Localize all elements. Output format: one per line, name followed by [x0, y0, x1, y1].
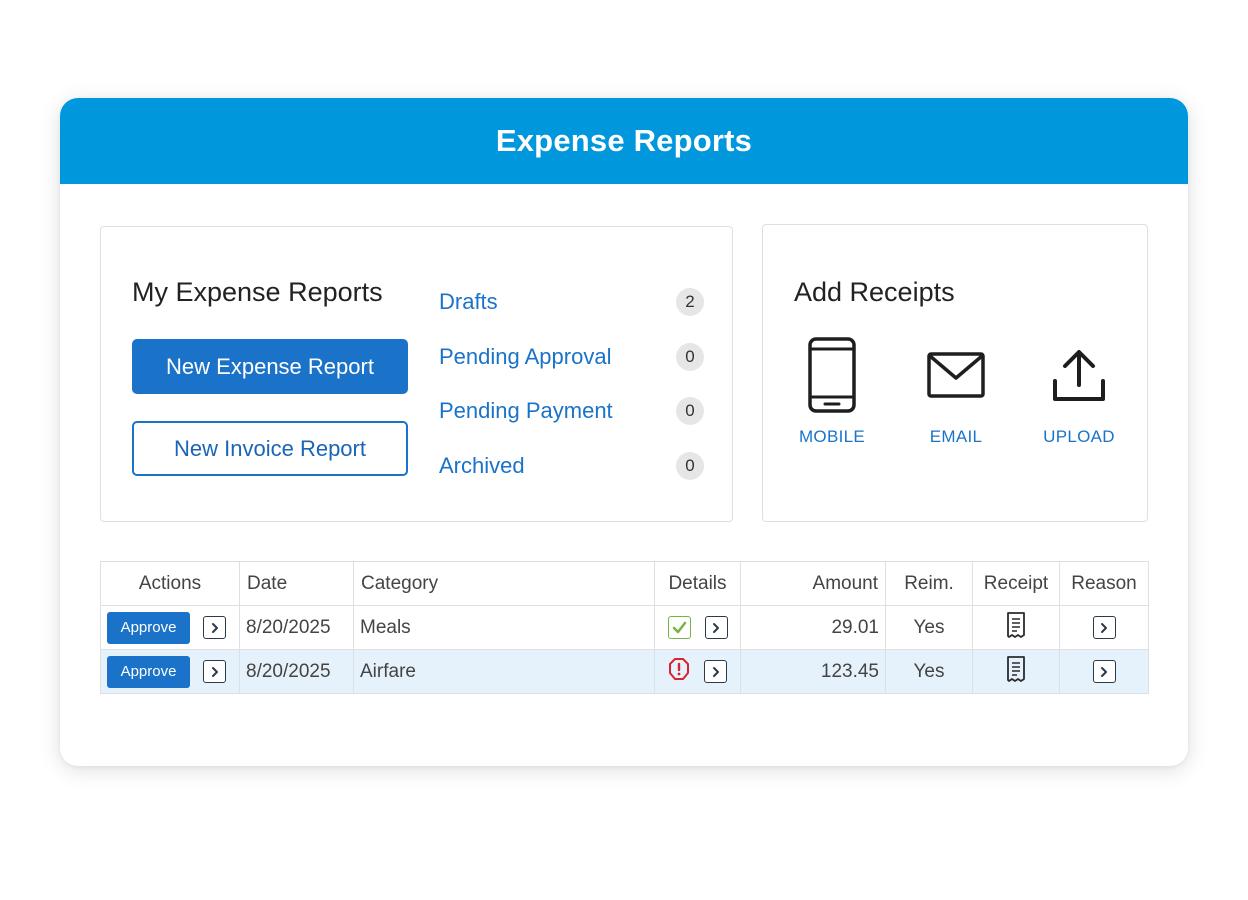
receipt-cell [972, 605, 1060, 650]
status-item-drafts[interactable]: Drafts 2 [439, 275, 704, 330]
status-label[interactable]: Drafts [439, 289, 498, 315]
approve-button[interactable]: Approve [107, 611, 190, 644]
approve-button[interactable]: Approve [107, 655, 190, 688]
card-header: Expense Reports [60, 98, 1188, 184]
status-count-badge: 0 [676, 397, 704, 426]
column-header-category: Category [353, 561, 655, 606]
my-expense-reports-panel: My Expense Reports New Expense Report Ne… [100, 226, 733, 522]
receipt-cell [972, 649, 1060, 694]
chevron-right-icon[interactable] [1092, 660, 1116, 683]
reason-cell [1059, 605, 1149, 650]
upload-icon [1024, 335, 1134, 415]
status-count-badge: 0 [676, 451, 704, 480]
column-header-receipt: Receipt [972, 561, 1060, 606]
receipt-option-label[interactable]: UPLOAD [1024, 427, 1134, 447]
chevron-right-icon[interactable] [704, 660, 727, 683]
status-label[interactable]: Archived [439, 453, 525, 479]
new-invoice-report-button[interactable]: New Invoice Report [132, 421, 408, 476]
status-count-badge: 0 [676, 342, 704, 371]
receipt-icon[interactable] [1006, 655, 1026, 689]
mobile-phone-icon [777, 335, 887, 415]
chevron-right-icon[interactable] [203, 616, 226, 639]
receipt-option-upload[interactable]: UPLOAD [1024, 335, 1134, 447]
column-header-date: Date [239, 561, 354, 606]
chevron-right-icon[interactable] [1092, 616, 1116, 639]
date-cell: 8/20/2025 [239, 649, 354, 694]
details-cell [654, 605, 741, 650]
report-status-list: Drafts 2 Pending Approval 0 Pending Paym… [439, 275, 704, 493]
column-header-reimbursable: Reim. [885, 561, 973, 606]
date-cell: 8/20/2025 [239, 605, 354, 650]
alert-shield-icon [668, 657, 690, 687]
details-cell [654, 649, 741, 694]
page-title: Expense Reports [495, 123, 753, 158]
status-item-pending-approval[interactable]: Pending Approval 0 [439, 330, 704, 385]
category-cell: Airfare [353, 649, 655, 694]
receipt-option-label[interactable]: MOBILE [777, 427, 887, 447]
table-row: Approve 8/20/2025 Airfare 123.45 Yes [100, 649, 1149, 694]
actions-cell: Approve [100, 605, 240, 650]
reason-cell [1059, 649, 1149, 694]
status-count-badge: 2 [676, 288, 704, 317]
expense-table-wrap: Actions Date Category Details Amount Rei… [100, 561, 1149, 694]
column-header-actions: Actions [100, 561, 240, 606]
actions-cell: Approve [100, 649, 240, 694]
category-cell: Meals [353, 605, 655, 650]
my-expense-reports-heading: My Expense Reports [132, 277, 383, 307]
amount-cell: 123.45 [740, 649, 886, 694]
table-row: Approve 8/20/2025 Meals 29.01 Yes [100, 605, 1149, 650]
receipt-option-label[interactable]: EMAIL [901, 427, 1011, 447]
amount-cell: 29.01 [740, 605, 886, 650]
envelope-icon [901, 335, 1011, 415]
column-header-reason: Reason [1059, 561, 1149, 606]
receipt-option-email[interactable]: EMAIL [901, 335, 1011, 447]
table-header-row: Actions Date Category Details Amount Rei… [100, 561, 1149, 606]
receipt-option-mobile[interactable]: MOBILE [777, 335, 887, 447]
chevron-right-icon[interactable] [704, 616, 728, 639]
column-header-details: Details [654, 561, 741, 606]
add-receipts-panel: Add Receipts MOBILE EMAIL UPLOAD [762, 224, 1148, 522]
reimbursable-cell: Yes [885, 649, 973, 694]
column-header-amount: Amount [740, 561, 886, 606]
add-receipts-heading: Add Receipts [794, 277, 955, 307]
status-label[interactable]: Pending Payment [439, 398, 613, 424]
chevron-right-icon[interactable] [203, 660, 226, 683]
status-label[interactable]: Pending Approval [439, 344, 611, 370]
new-expense-report-button[interactable]: New Expense Report [132, 339, 408, 394]
reimbursable-cell: Yes [885, 605, 973, 650]
status-item-archived[interactable]: Archived 0 [439, 439, 704, 494]
expense-reports-card: Expense Reports My Expense Reports New E… [60, 98, 1188, 766]
receipt-icon[interactable] [1006, 611, 1026, 645]
expense-table: Actions Date Category Details Amount Rei… [100, 561, 1149, 694]
check-icon [667, 616, 691, 639]
status-item-pending-payment[interactable]: Pending Payment 0 [439, 384, 704, 439]
